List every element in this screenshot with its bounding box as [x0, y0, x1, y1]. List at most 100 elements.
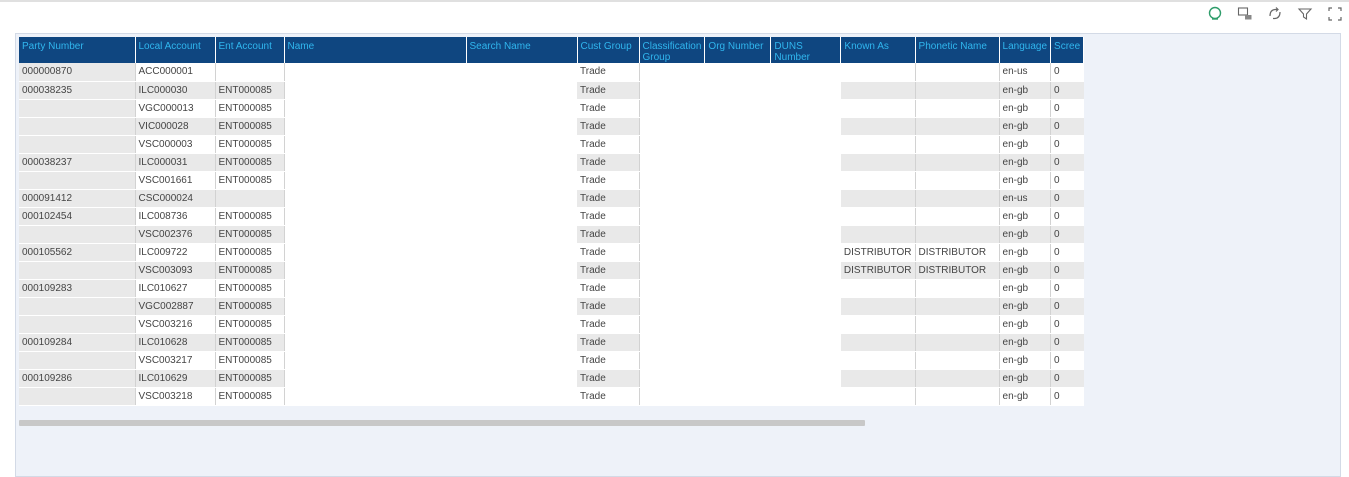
org-number-cell [704, 189, 771, 208]
duns-number-cell [770, 297, 841, 316]
duns-number-cell [770, 333, 841, 352]
table-row[interactable]: 000109284 ILC010628 ENT000085 Trade en-gb 0 [19, 333, 1084, 352]
chat-icon[interactable] [1207, 6, 1223, 22]
table-row[interactable]: VIC000028 ENT000085 Trade en-gb 0 [19, 117, 1084, 136]
table-row[interactable]: 000038235 ILC000030 ENT000085 Trade en-gb 0 [19, 81, 1084, 100]
col-header-known-as[interactable]: Known As [840, 37, 916, 63]
known-as-cell [840, 315, 916, 334]
ent-account-cell: ENT000085 [215, 99, 285, 118]
screen-cell: 0 [1050, 279, 1084, 298]
col-header-screen[interactable]: Scree [1050, 37, 1085, 63]
col-header-search-name[interactable]: Search Name [466, 37, 578, 63]
language-cell: en-gb [999, 315, 1052, 334]
table-row[interactable]: 000102454 ILC008736 ENT000085 Trade en-gb 0 [19, 207, 1084, 226]
table-row[interactable]: VGC002887 ENT000085 Trade en-gb 0 [19, 297, 1084, 316]
col-header-classification-group[interactable]: Classification Group [639, 37, 706, 63]
classification-group-cell [639, 279, 705, 298]
table-row[interactable]: VSC003217 ENT000085 Trade en-gb 0 [19, 351, 1084, 370]
ent-account-cell: ENT000085 [215, 117, 285, 136]
col-header-local-account[interactable]: Local Account [135, 37, 216, 63]
duns-number-cell [770, 135, 841, 154]
table-row[interactable]: 000109283 ILC010627 ENT000085 Trade en-gb 0 [19, 279, 1084, 298]
screen-cell: 0 [1050, 315, 1084, 334]
language-cell: en-gb [999, 81, 1052, 100]
duns-number-cell [770, 81, 841, 100]
table-row[interactable]: VSC003093 ENT000085 Trade DISTRIBUTOR DISTRI… [19, 261, 1084, 280]
table-row[interactable]: VSC003216 ENT000085 Trade en-gb 0 [19, 315, 1084, 334]
col-header-org-number[interactable]: Org Number [704, 37, 772, 63]
ent-account-cell: ENT000085 [215, 279, 285, 298]
col-header-party-number[interactable]: Party Number [19, 37, 136, 63]
org-number-cell [704, 207, 771, 226]
col-header-name[interactable]: Name [284, 37, 467, 63]
phonetic-name-cell [915, 369, 1000, 388]
language-cell: en-gb [999, 99, 1052, 118]
local-account-cell: ILC010628 [135, 333, 216, 352]
language-cell: en-gb [999, 243, 1052, 262]
screen-cell: 0 [1050, 81, 1084, 100]
cust-group-cell: Trade [577, 225, 640, 244]
table-row[interactable]: VSC001661 ENT000085 Trade en-gb 0 [19, 171, 1084, 190]
ent-account-cell: ENT000085 [215, 333, 285, 352]
duns-number-cell [770, 261, 841, 280]
phonetic-name-cell [915, 387, 1000, 406]
table-row[interactable]: 000091412 CSC000024 Trade en-us 0 [19, 189, 1084, 208]
language-cell: en-gb [999, 387, 1052, 406]
cust-group-cell: Trade [577, 243, 640, 262]
classification-group-cell [639, 333, 705, 352]
horizontal-scrollbar[interactable] [19, 420, 865, 426]
table-row[interactable]: VSC003218 ENT000085 Trade en-gb 0 [19, 387, 1084, 406]
name-cell [284, 207, 466, 226]
name-cell [284, 369, 466, 388]
table-header-row: Party Number Local Account Ent Account N… [19, 37, 1085, 63]
table-row[interactable]: VSC000003 ENT000085 Trade en-gb 0 [19, 135, 1084, 154]
classification-group-cell [639, 99, 705, 118]
org-number-cell [704, 63, 771, 82]
local-account-cell: ILC010629 [135, 369, 216, 388]
local-account-cell: VSC003217 [135, 351, 216, 370]
local-account-cell: VSC003093 [135, 261, 216, 280]
search-name-cell [466, 225, 577, 244]
cust-group-cell: Trade [577, 63, 640, 82]
duns-number-cell [770, 243, 841, 262]
name-cell [284, 315, 466, 334]
report-canvas: Party Number Local Account Ent Account N… [15, 33, 1341, 477]
col-header-language[interactable]: Language [999, 37, 1052, 63]
table-row[interactable]: 000109286 ILC010629 ENT000085 Trade en-gb 0 [19, 369, 1084, 388]
classification-group-cell [639, 171, 705, 190]
col-header-cust-group[interactable]: Cust Group [577, 37, 640, 63]
table-row[interactable]: VGC000013 ENT000085 Trade en-gb 0 [19, 99, 1084, 118]
classification-group-cell [639, 189, 705, 208]
local-account-cell: ACC000001 [135, 63, 216, 82]
col-header-phonetic-name[interactable]: Phonetic Name [915, 37, 1000, 63]
comment-icon[interactable] [1237, 6, 1253, 22]
known-as-cell [840, 135, 916, 154]
table-row[interactable]: VSC002376 ENT000085 Trade en-gb 0 [19, 225, 1084, 244]
classification-group-cell [639, 153, 705, 172]
classification-group-cell [639, 135, 705, 154]
col-header-duns-number[interactable]: DUNS Number [770, 37, 842, 63]
screen-cell: 0 [1050, 189, 1084, 208]
top-divider [0, 0, 1349, 2]
cust-group-cell: Trade [577, 153, 640, 172]
search-name-cell [466, 189, 577, 208]
col-header-ent-account[interactable]: Ent Account [215, 37, 285, 63]
sync-icon[interactable] [1267, 6, 1283, 22]
ent-account-cell: ENT000085 [215, 315, 285, 334]
name-cell [284, 225, 466, 244]
name-cell [284, 81, 466, 100]
search-name-cell [466, 315, 577, 334]
name-cell [284, 135, 466, 154]
language-cell: en-gb [999, 333, 1052, 352]
filter-icon[interactable] [1297, 6, 1313, 22]
name-cell [284, 171, 466, 190]
table-row[interactable]: 000038237 ILC000031 ENT000085 Trade en-gb 0 [19, 153, 1084, 172]
table-row[interactable]: 000000870 ACC000001 Trade en-us 0 [19, 63, 1084, 82]
screen-cell: 0 [1050, 333, 1084, 352]
known-as-cell: DISTRIBUTOR [840, 243, 916, 262]
language-cell: en-gb [999, 117, 1052, 136]
duns-number-cell [770, 351, 841, 370]
name-cell [284, 297, 466, 316]
fullscreen-icon[interactable] [1327, 6, 1343, 22]
table-row[interactable]: 000105562 ILC009722 ENT000085 Trade DISTRIBU… [19, 243, 1084, 262]
